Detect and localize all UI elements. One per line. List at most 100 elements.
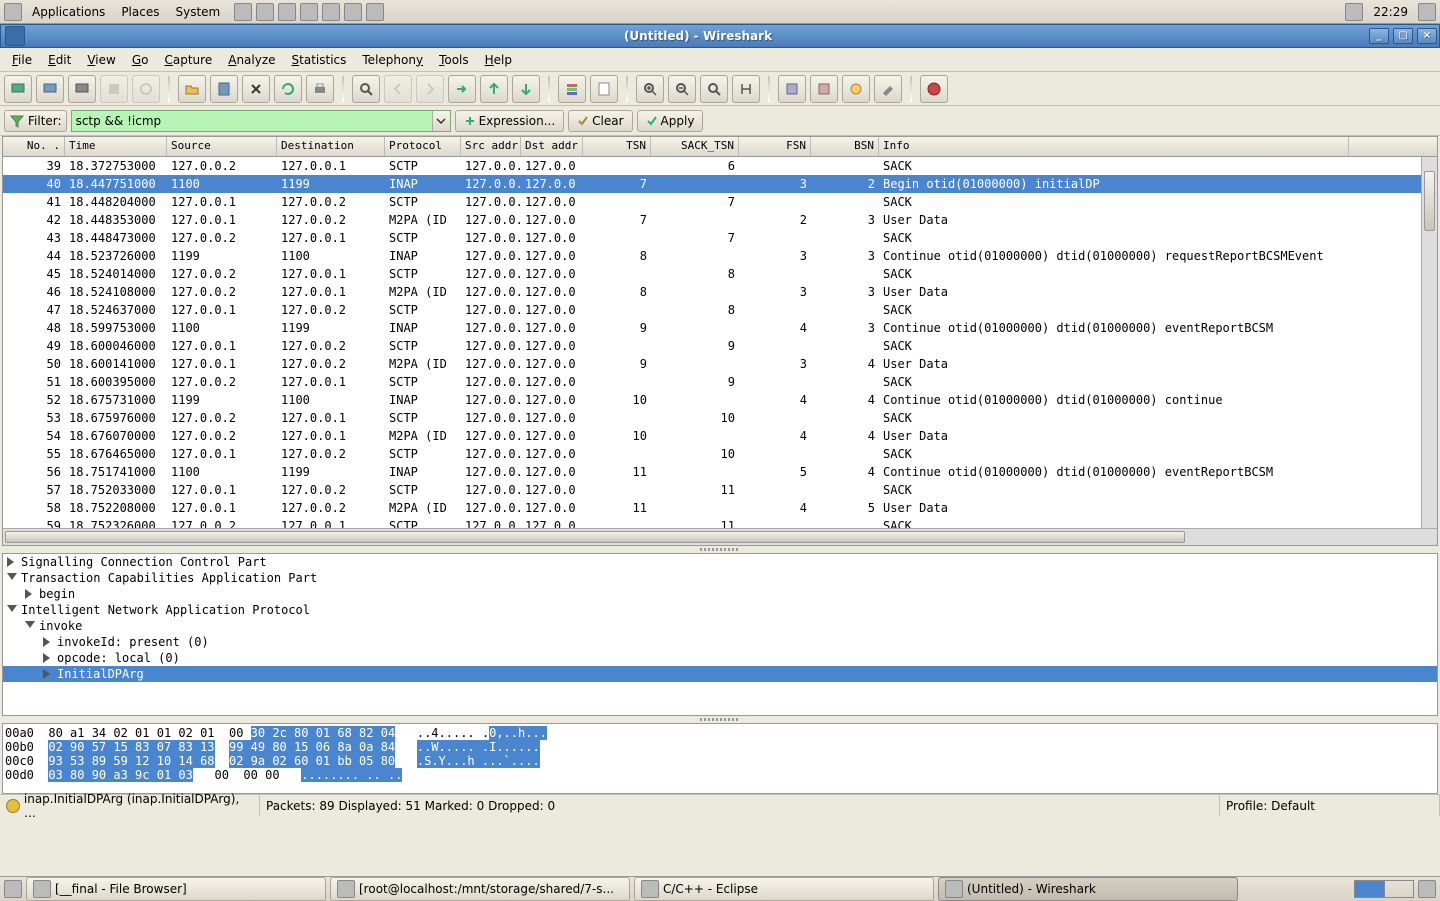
gnome-menu-applications[interactable]: Applications [26, 3, 111, 21]
packet-row[interactable]: 4718.524637000127.0.0.1127.0.0.2SCTP127.… [3, 301, 1437, 319]
taskbar-button[interactable]: C/C++ - Eclipse [634, 877, 934, 901]
packet-row[interactable]: 4618.524108000127.0.0.2127.0.0.1M2PA (ID… [3, 283, 1437, 301]
restart-capture-button[interactable] [132, 75, 160, 103]
hex-line[interactable]: 00a0 80 a1 34 02 01 01 02 01 00 30 2c 80… [5, 726, 1435, 740]
column-header-tsn[interactable]: TSN [583, 137, 651, 156]
column-header-no[interactable]: No. . [3, 137, 65, 156]
expand-icon[interactable] [7, 557, 17, 567]
expand-icon[interactable] [43, 669, 53, 679]
packet-row[interactable]: 5518.676465000127.0.0.1127.0.0.2SCTP127.… [3, 445, 1437, 463]
menu-go[interactable]: Go [124, 50, 157, 70]
apply-button[interactable]: Apply [637, 110, 704, 132]
display-filters-button[interactable] [810, 75, 838, 103]
tree-node[interactable]: begin [3, 586, 1437, 602]
column-header-time[interactable]: Time [65, 137, 167, 156]
colorize-button[interactable] [558, 75, 586, 103]
preferences-button[interactable] [874, 75, 902, 103]
menu-edit[interactable]: Edit [40, 50, 79, 70]
zoom-reset-button[interactable] [700, 75, 728, 103]
gnome-menu-system[interactable]: System [169, 3, 226, 21]
close-button[interactable]: × [1417, 28, 1437, 44]
expert-info-icon[interactable] [6, 799, 20, 813]
packet-row[interactable]: 4118.448204000127.0.0.1127.0.0.2SCTP127.… [3, 193, 1437, 211]
packet-row[interactable]: 5018.600141000127.0.0.1127.0.0.2M2PA (ID… [3, 355, 1437, 373]
taskbar-button[interactable]: [root@localhost:/mnt/storage/shared/7-s.… [330, 877, 630, 901]
zoom-in-button[interactable] [636, 75, 664, 103]
tree-node[interactable]: invokeId: present (0) [3, 634, 1437, 650]
packet-row[interactable]: 5918.752326000127.0.0.2127.0.0.1SCTP127.… [3, 517, 1437, 528]
column-header-protocol[interactable]: Protocol [385, 137, 461, 156]
find-button[interactable] [352, 75, 380, 103]
scrollbar-thumb[interactable] [1424, 171, 1435, 231]
menu-tools[interactable]: Tools [431, 50, 477, 70]
column-header-dst-addr[interactable]: Dst addr [521, 137, 583, 156]
go-forward-button[interactable] [416, 75, 444, 103]
menu-analyze[interactable]: Analyze [220, 50, 283, 70]
minimize-button[interactable]: _ [1369, 28, 1389, 44]
packet-list-hscrollbar[interactable] [3, 528, 1437, 545]
packet-row[interactable]: 5818.752208000127.0.0.1127.0.0.2M2PA (ID… [3, 499, 1437, 517]
coloring-rules-button[interactable] [842, 75, 870, 103]
collapse-icon[interactable] [25, 621, 35, 631]
column-header-fsn[interactable]: FSN [739, 137, 811, 156]
tree-node[interactable]: Intelligent Network Application Protocol [3, 602, 1437, 618]
capture-options-button[interactable] [36, 75, 64, 103]
expand-icon[interactable] [43, 653, 53, 663]
interfaces-button[interactable] [4, 75, 32, 103]
packet-list-vscrollbar[interactable] [1421, 157, 1437, 528]
packet-row[interactable]: 4218.448353000127.0.0.1127.0.0.2M2PA (ID… [3, 211, 1437, 229]
launcher-icon[interactable] [344, 3, 362, 21]
close-file-button[interactable] [242, 75, 270, 103]
menu-capture[interactable]: Capture [156, 50, 220, 70]
packet-row[interactable]: 4018.44775100011001199INAP127.0.0.127.0.… [3, 175, 1437, 193]
filter-label-button[interactable]: Filter: [4, 110, 67, 132]
tree-node[interactable]: Transaction Capabilities Application Par… [3, 570, 1437, 586]
packet-row[interactable]: 4818.59975300011001199INAP127.0.0.127.0.… [3, 319, 1437, 337]
column-header-destination[interactable]: Destination [277, 137, 385, 156]
packet-list-header[interactable]: No. . Time Source Destination Protocol S… [3, 137, 1437, 157]
save-button[interactable] [210, 75, 238, 103]
maximize-button[interactable]: ▢ [1393, 28, 1413, 44]
collapse-icon[interactable] [7, 605, 17, 615]
tree-node[interactable]: opcode: local (0) [3, 650, 1437, 666]
packet-details-pane[interactable]: Signalling Connection Control PartTransa… [2, 553, 1438, 716]
reload-button[interactable] [274, 75, 302, 103]
hex-line[interactable]: 00c0 93 53 89 59 12 10 14 68 02 9a 02 60… [5, 754, 1435, 768]
column-header-source[interactable]: Source [167, 137, 277, 156]
trash-icon[interactable] [1418, 880, 1436, 898]
go-to-button[interactable] [448, 75, 476, 103]
open-button[interactable] [178, 75, 206, 103]
filter-dropdown[interactable] [432, 111, 450, 131]
expression-button[interactable]: Expression... [455, 110, 565, 132]
packet-row[interactable]: 4918.600046000127.0.0.1127.0.0.2SCTP127.… [3, 337, 1437, 355]
scrollbar-thumb[interactable] [5, 531, 1185, 543]
gnome-menu-places[interactable]: Places [115, 3, 165, 21]
expand-icon[interactable] [43, 637, 53, 647]
network-icon[interactable] [1345, 3, 1363, 21]
status-profile[interactable]: Profile: Default [1220, 795, 1440, 816]
filter-input[interactable] [71, 110, 451, 132]
help-button[interactable] [920, 75, 948, 103]
workspace-switcher[interactable] [1354, 880, 1414, 898]
launcher-icon[interactable] [234, 3, 252, 21]
menu-telephony[interactable]: Telephony [354, 50, 431, 70]
packet-row[interactable]: 5318.675976000127.0.0.2127.0.0.1SCTP127.… [3, 409, 1437, 427]
launcher-icon[interactable] [300, 3, 318, 21]
column-header-info[interactable]: Info [879, 137, 1349, 156]
resize-columns-button[interactable] [732, 75, 760, 103]
hex-line[interactable]: 00b0 02 90 57 15 83 07 83 13 99 49 80 15… [5, 740, 1435, 754]
splitter-1[interactable] [0, 546, 1440, 553]
clock[interactable]: 22:29 [1367, 5, 1414, 19]
taskbar-button[interactable]: (Untitled) - Wireshark [938, 877, 1238, 901]
column-header-sack-tsn[interactable]: SACK_TSN [651, 137, 739, 156]
print-button[interactable] [306, 75, 334, 103]
packet-row[interactable]: 4318.448473000127.0.0.2127.0.0.1SCTP127.… [3, 229, 1437, 247]
packet-row[interactable]: 5618.75174100011001199INAP127.0.0.127.0.… [3, 463, 1437, 481]
stop-capture-button[interactable] [100, 75, 128, 103]
window-titlebar[interactable]: (Untitled) - Wireshark _ ▢ × [0, 24, 1440, 48]
expand-icon[interactable] [25, 589, 35, 599]
volume-icon[interactable] [1418, 3, 1436, 21]
packet-row[interactable]: 3918.372753000127.0.0.2127.0.0.1SCTP127.… [3, 157, 1437, 175]
show-desktop-icon[interactable] [4, 880, 22, 898]
launcher-icon[interactable] [256, 3, 274, 21]
